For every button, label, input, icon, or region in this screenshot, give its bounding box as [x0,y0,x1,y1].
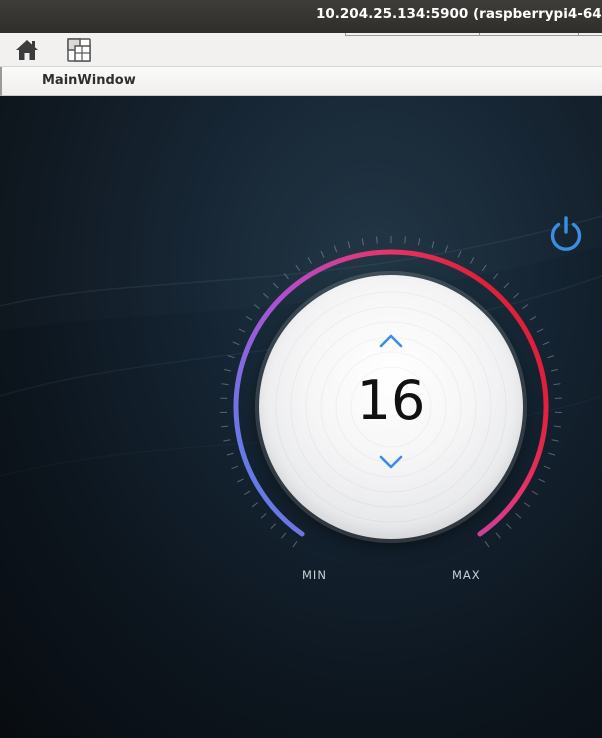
dial-tick [418,238,421,246]
dial-tick [251,502,259,508]
dial-tick [536,328,544,333]
main-window-title-bar: MainWindow [0,67,602,96]
scale-window-button[interactable] [65,36,93,64]
dial-tick [223,439,231,442]
dial-tick [245,315,253,321]
dial-tick [553,425,561,428]
dial-tick [376,236,378,244]
dial-tick [221,383,229,386]
dial-tick [333,245,338,253]
dial-tick [521,304,529,310]
dial-tick [320,250,325,258]
temperature-value: 16 [356,369,426,432]
dial-tick [542,341,550,346]
thermostat-knob[interactable]: 16 [259,275,523,539]
dial-tick [295,264,301,272]
dial-tick [538,478,545,483]
dial-tick [221,425,229,428]
toolbar-divider [345,33,602,36]
dial-tick [547,355,555,359]
dial-tick [404,236,406,244]
dial-tick [226,452,234,456]
dial-tick [531,490,539,496]
home-button[interactable] [13,36,41,64]
vnc-window-title: 10.204.25.134:5900 (raspberrypi4-64:0) -… [316,6,602,22]
dial-tick [551,439,559,442]
home-icon [16,40,38,60]
dial-tick [523,502,531,508]
dial-tick [238,328,246,333]
min-label: MIN [302,568,327,582]
scale-window-icon [67,38,91,62]
max-label: MAX [452,568,481,582]
dial-tick [444,245,449,253]
chevron-up-icon [379,334,403,348]
dial-tick [361,238,364,246]
dial-tick [529,315,537,321]
dial-tick [232,341,240,346]
dial-tick [224,369,232,372]
dial-tick [292,541,298,548]
dial-tick [543,465,551,470]
dial-tick [227,355,235,359]
dial-tick [237,478,244,483]
temperature-up-button[interactable] [377,331,405,351]
dial-tick [470,257,475,264]
dial-tick [550,369,558,372]
thermostat-app: 16 MIN MAX [0,96,602,738]
dial-tick [307,257,312,264]
vnc-title-bar: 10.204.25.134:5900 (raspberrypi4-64:0) -… [0,0,602,33]
dial-tick [431,241,435,249]
dial-tick [553,383,561,386]
dial-tick [548,452,556,456]
vnc-toolbar [0,33,602,67]
dial-tick [231,465,239,470]
chevron-down-icon [379,455,403,469]
temperature-down-button[interactable] [377,452,405,472]
main-window-title: MainWindow [42,73,136,88]
dial-tick [457,250,462,258]
dial-tick [347,241,351,249]
dial-tick [484,541,490,548]
dial-tick [481,264,487,272]
dial-tick [243,490,251,496]
